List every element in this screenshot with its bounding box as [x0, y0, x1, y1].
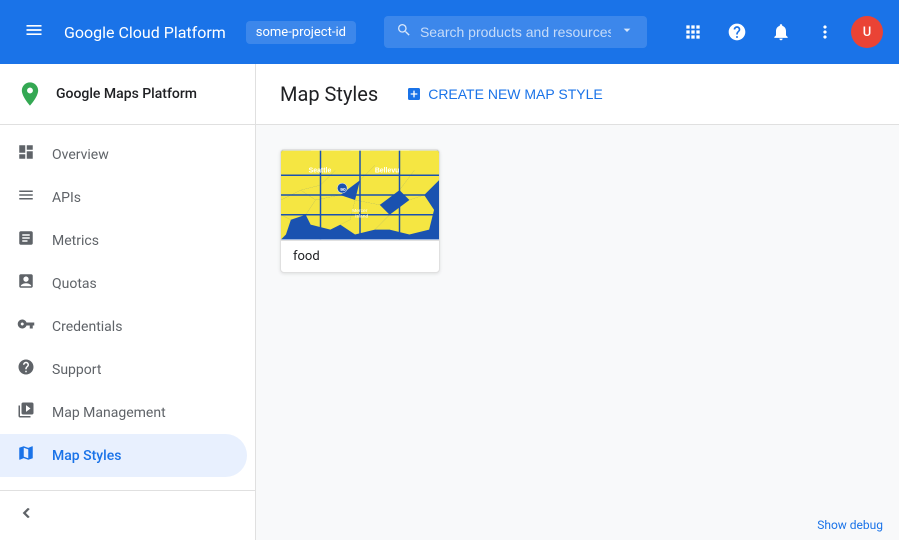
- search-icon: [396, 22, 412, 42]
- sidebar-item-credentials[interactable]: Credentials: [0, 305, 247, 348]
- map-style-name: food: [281, 240, 439, 272]
- sidebar-item-map-management[interactable]: Map Management: [0, 391, 247, 434]
- svg-text:90: 90: [340, 187, 346, 193]
- map-styles-label: Map Styles: [52, 448, 121, 464]
- sidebar-app-name: Google Maps Platform: [56, 86, 197, 102]
- apis-icon: [16, 186, 36, 209]
- hamburger-menu[interactable]: [16, 12, 52, 53]
- credentials-icon: [16, 315, 36, 338]
- project-chip[interactable]: some-project-id: [246, 21, 356, 44]
- sidebar-item-metrics[interactable]: Metrics: [0, 219, 247, 262]
- sidebar-item-overview[interactable]: Overview: [0, 133, 247, 176]
- map-style-card[interactable]: Seattle Bellevu 90 Mercer Island food: [280, 149, 440, 273]
- page-title: Map Styles: [280, 82, 378, 106]
- help-button[interactable]: [719, 14, 755, 50]
- bottom-bar: Show debug: [801, 510, 899, 540]
- top-nav-right: U: [675, 14, 883, 50]
- sidebar-item-quotas[interactable]: Quotas: [0, 262, 247, 305]
- search-dropdown-icon[interactable]: [619, 22, 635, 42]
- create-map-style-button[interactable]: CREATE NEW MAP STYLE: [394, 80, 615, 108]
- quotas-label: Quotas: [52, 276, 97, 292]
- map-management-label: Map Management: [52, 405, 166, 421]
- app-layout: Google Maps Platform Overview APIs Metri…: [0, 64, 899, 540]
- debug-link[interactable]: Show debug: [817, 518, 883, 532]
- apis-label: APIs: [52, 190, 81, 206]
- avatar[interactable]: U: [851, 16, 883, 48]
- brand-name: Google Cloud Platform: [64, 23, 226, 42]
- maps-logo-icon: [16, 80, 44, 108]
- support-label: Support: [52, 362, 101, 378]
- sidebar: Google Maps Platform Overview APIs Metri…: [0, 64, 256, 540]
- map-styles-icon: [16, 444, 36, 467]
- top-navigation: Google Cloud Platform some-project-id U: [0, 0, 899, 64]
- support-icon: [16, 358, 36, 381]
- quotas-icon: [16, 272, 36, 295]
- svg-text:Bellevu: Bellevu: [375, 167, 400, 174]
- more-button[interactable]: [807, 14, 843, 50]
- metrics-icon: [16, 229, 36, 252]
- sidebar-item-map-styles[interactable]: Map Styles: [0, 434, 247, 477]
- credentials-label: Credentials: [52, 319, 122, 335]
- create-btn-label: CREATE NEW MAP STYLE: [428, 86, 603, 102]
- sidebar-collapse-button[interactable]: [0, 490, 255, 540]
- overview-label: Overview: [52, 147, 109, 163]
- search-bar: [384, 16, 647, 48]
- map-management-icon: [16, 401, 36, 424]
- overview-icon: [16, 143, 36, 166]
- main-content: Map Styles CREATE NEW MAP STYLE: [256, 64, 899, 540]
- svg-text:Island: Island: [355, 214, 368, 220]
- notifications-button[interactable]: [763, 14, 799, 50]
- svg-text:Mercer: Mercer: [352, 208, 368, 214]
- page-header: Map Styles CREATE NEW MAP STYLE: [256, 64, 899, 125]
- sidebar-item-support[interactable]: Support: [0, 348, 247, 391]
- map-preview-svg: Seattle Bellevu 90 Mercer Island: [281, 150, 439, 240]
- sidebar-header: Google Maps Platform: [0, 64, 255, 125]
- svg-text:Seattle: Seattle: [309, 167, 332, 174]
- apps-button[interactable]: [675, 14, 711, 50]
- content-area: Seattle Bellevu 90 Mercer Island food: [256, 125, 899, 297]
- map-preview: Seattle Bellevu 90 Mercer Island: [281, 150, 439, 240]
- add-icon: [406, 86, 422, 102]
- metrics-label: Metrics: [52, 233, 99, 249]
- search-input[interactable]: [420, 24, 611, 40]
- sidebar-nav: Overview APIs Metrics Quotas: [0, 125, 255, 490]
- sidebar-item-apis[interactable]: APIs: [0, 176, 247, 219]
